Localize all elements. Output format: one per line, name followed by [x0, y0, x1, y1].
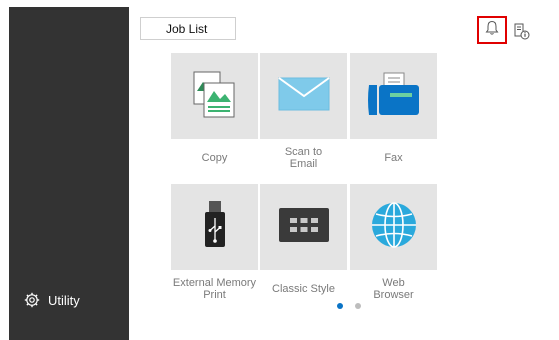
- tile-label-fax: Fax: [384, 152, 403, 164]
- page-indicator-2[interactable]: [355, 303, 361, 309]
- classic-style-tile[interactable]: [260, 184, 347, 270]
- device-info-icon[interactable]: [512, 20, 532, 42]
- bell-icon: [485, 20, 499, 41]
- fax-tile[interactable]: [350, 53, 437, 139]
- fax-icon: [366, 71, 422, 122]
- tile-label-classic-style: Classic Style: [272, 283, 335, 295]
- job-list-button[interactable]: Job List: [140, 17, 236, 40]
- tile-label-external-memory-print: External Memory Print: [172, 277, 257, 301]
- tile-label-scan-to-email: Scan to Email: [284, 146, 323, 170]
- sidebar: Utility: [9, 7, 129, 340]
- tile-label-copy: Copy: [201, 152, 228, 164]
- notification-button[interactable]: [477, 16, 507, 44]
- usb-icon: [200, 199, 230, 256]
- globe-icon: [369, 200, 419, 255]
- classic-style-icon: [278, 205, 330, 250]
- external-memory-print-tile[interactable]: [171, 184, 258, 270]
- copy-icon: [191, 69, 239, 124]
- utility-label: Utility: [48, 292, 80, 308]
- mail-icon: [276, 74, 332, 119]
- web-browser-tile[interactable]: [350, 184, 437, 270]
- tile-label-web-browser: Web Browser: [373, 277, 414, 301]
- page-indicator-1[interactable]: [337, 303, 343, 309]
- utility-button[interactable]: Utility: [24, 285, 80, 315]
- copy-tile[interactable]: [171, 53, 258, 139]
- scan-to-email-tile[interactable]: [260, 53, 347, 139]
- gear-icon: [24, 292, 40, 308]
